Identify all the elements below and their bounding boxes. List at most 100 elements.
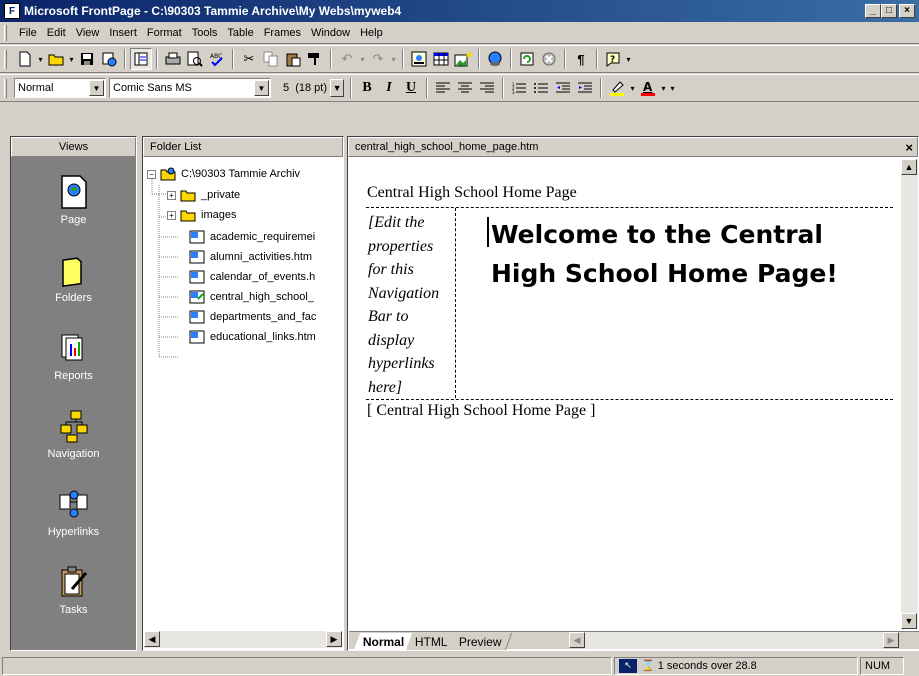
tab-normal[interactable]: Normal: [353, 633, 415, 650]
insert-table-icon[interactable]: [430, 48, 452, 70]
scroll-track[interactable]: [585, 632, 883, 649]
tree-file[interactable]: educational_links.htm: [189, 327, 316, 347]
menu-view[interactable]: View: [71, 25, 105, 41]
help-icon[interactable]: ?: [602, 48, 624, 70]
undo-icon[interactable]: ↶: [336, 48, 358, 70]
navigation-bar-placeholder[interactable]: [Edit the properties for this Navigation…: [368, 211, 439, 399]
menu-tools[interactable]: Tools: [187, 25, 223, 41]
save-icon[interactable]: [76, 48, 98, 70]
menu-insert[interactable]: Insert: [104, 25, 142, 41]
redo-icon[interactable]: ↷: [367, 48, 389, 70]
font-color-icon[interactable]: A: [637, 77, 659, 99]
scroll-left-icon[interactable]: ◀: [144, 631, 160, 647]
menu-edit[interactable]: Edit: [42, 25, 71, 41]
view-navigation[interactable]: Navigation: [11, 395, 136, 473]
new-dropdown-icon[interactable]: ▾: [36, 48, 45, 70]
new-page-icon[interactable]: [14, 48, 36, 70]
tree-root[interactable]: − C:\90303 Tammie Archiv: [147, 164, 300, 184]
font-combo[interactable]: Comic Sans MS ▼: [109, 78, 271, 98]
italic-button[interactable]: I: [378, 77, 400, 99]
bullets-icon[interactable]: [530, 77, 552, 99]
close-window-button[interactable]: ×: [899, 4, 915, 18]
folder-list-toggle-icon[interactable]: [130, 48, 152, 70]
folder-list-hscrollbar[interactable]: ◀ ▶: [144, 631, 342, 648]
maximize-button[interactable]: □: [881, 4, 897, 18]
menu-frames[interactable]: Frames: [259, 25, 306, 41]
tree-file[interactable]: academic_requiremei: [189, 227, 315, 247]
scroll-track[interactable]: [901, 175, 918, 613]
increase-indent-icon[interactable]: [574, 77, 596, 99]
font-size-dropdown-icon[interactable]: ▼: [330, 79, 345, 97]
expand-icon[interactable]: +: [167, 210, 176, 220]
scroll-right-icon[interactable]: ▶: [883, 632, 899, 648]
spelling-icon[interactable]: ABC: [206, 48, 228, 70]
font-size-combo[interactable]: 5 (18 pt) ▼: [283, 78, 346, 98]
print-preview-icon[interactable]: [184, 48, 206, 70]
highlight-dropdown-icon[interactable]: ▾: [628, 77, 637, 99]
footer-navigation-link[interactable]: [ Central High School Home Page ]: [367, 402, 595, 420]
numbering-icon[interactable]: 123: [508, 77, 530, 99]
tree-file[interactable]: calendar_of_events.h: [189, 267, 315, 287]
insert-picture-icon[interactable]: [452, 48, 474, 70]
tree-file[interactable]: departments_and_fac: [189, 307, 316, 327]
bold-button[interactable]: B: [356, 77, 378, 99]
highlight-color-icon[interactable]: [606, 77, 628, 99]
tree-file[interactable]: central_high_school_: [189, 287, 314, 307]
view-hyperlinks[interactable]: Hyperlinks: [11, 473, 136, 551]
format-painter-icon[interactable]: [304, 48, 326, 70]
editor-vscrollbar[interactable]: ▲ ▼: [901, 159, 918, 629]
hyperlink-icon[interactable]: [484, 48, 506, 70]
tree-folder-private[interactable]: + _private: [167, 185, 240, 205]
scroll-track[interactable]: [160, 631, 326, 648]
open-dropdown-icon[interactable]: ▾: [67, 48, 76, 70]
close-document-icon[interactable]: ×: [905, 140, 913, 155]
insert-component-icon[interactable]: [408, 48, 430, 70]
align-left-icon[interactable]: [432, 77, 454, 99]
publish-web-icon[interactable]: [98, 48, 120, 70]
toolbar-grip[interactable]: [4, 50, 7, 69]
toolbar-options-icon[interactable]: ▾: [668, 77, 677, 99]
stop-icon[interactable]: [538, 48, 560, 70]
copy-icon[interactable]: [260, 48, 282, 70]
redo-dropdown-icon[interactable]: ▾: [389, 48, 398, 70]
paste-icon[interactable]: [282, 48, 304, 70]
collapse-icon[interactable]: −: [147, 169, 156, 179]
toolbar-grip[interactable]: [4, 79, 7, 98]
menu-grip[interactable]: [4, 25, 7, 41]
document-canvas[interactable]: Central High School Home Page [Edit the …: [349, 159, 902, 629]
style-dropdown-icon[interactable]: ▼: [89, 80, 104, 96]
underline-button[interactable]: U: [400, 77, 422, 99]
welcome-heading[interactable]: Welcome to the Central High School Home …: [491, 215, 838, 293]
show-all-pilcrow-icon[interactable]: ¶: [570, 48, 592, 70]
help-dropdown-icon[interactable]: ▾: [624, 48, 633, 70]
font-dropdown-icon[interactable]: ▼: [254, 80, 269, 96]
print-icon[interactable]: [162, 48, 184, 70]
view-page[interactable]: Page: [11, 161, 136, 239]
menu-help[interactable]: Help: [355, 25, 388, 41]
tab-preview[interactable]: Preview: [449, 633, 512, 650]
font-color-dropdown-icon[interactable]: ▾: [659, 77, 668, 99]
menu-format[interactable]: Format: [142, 25, 187, 41]
menu-file[interactable]: File: [14, 25, 42, 41]
view-folders[interactable]: Folders: [11, 239, 136, 317]
page-banner[interactable]: Central High School Home Page: [367, 184, 577, 202]
refresh-icon[interactable]: [516, 48, 538, 70]
scroll-up-icon[interactable]: ▲: [901, 159, 917, 175]
scroll-left-icon[interactable]: ◀: [569, 632, 585, 648]
open-folder-icon[interactable]: [45, 48, 67, 70]
frontpage-app-icon[interactable]: F: [4, 3, 20, 19]
decrease-indent-icon[interactable]: [552, 77, 574, 99]
cut-icon[interactable]: ✂: [238, 48, 260, 70]
expand-icon[interactable]: +: [167, 190, 176, 200]
scroll-right-icon[interactable]: ▶: [326, 631, 342, 647]
view-tasks[interactable]: Tasks: [11, 551, 136, 629]
align-center-icon[interactable]: [454, 77, 476, 99]
minimize-button[interactable]: _: [865, 4, 881, 18]
menu-window[interactable]: Window: [306, 25, 355, 41]
tree-folder-images[interactable]: + images: [167, 205, 236, 225]
view-reports[interactable]: Reports: [11, 317, 136, 395]
menu-table[interactable]: Table: [222, 25, 258, 41]
align-right-icon[interactable]: [476, 77, 498, 99]
style-combo[interactable]: Normal ▼: [14, 78, 106, 98]
undo-dropdown-icon[interactable]: ▾: [358, 48, 367, 70]
